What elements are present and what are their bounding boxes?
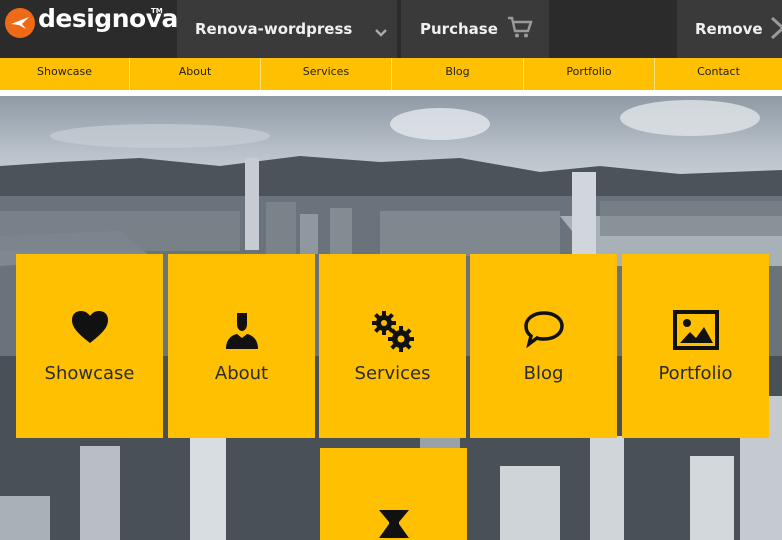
logo-mark-icon: [5, 8, 35, 38]
speech-bubble-icon: [470, 310, 617, 352]
purchase-label: Purchase: [420, 20, 498, 38]
logo-trademark: TM: [151, 7, 163, 15]
topbar-spacer: [551, 0, 675, 58]
nav-item-blog[interactable]: Blog: [392, 58, 524, 90]
tile-services[interactable]: Services: [319, 254, 466, 438]
hero-background: Showcase About Services Blog Portfolio: [0, 96, 782, 540]
purchase-button[interactable]: Purchase: [401, 0, 549, 58]
close-icon: [770, 16, 782, 43]
nav-item-services[interactable]: Services: [261, 58, 392, 90]
tile-showcase-label: Showcase: [44, 363, 135, 384]
image-icon: [622, 310, 769, 354]
chevron-down-icon: [375, 23, 387, 42]
remove-label: Remove: [695, 20, 763, 38]
tile-portfolio-label: Portfolio: [658, 363, 733, 384]
nav-item-showcase[interactable]: Showcase: [0, 58, 130, 90]
logo[interactable]: designova TM: [0, 0, 178, 58]
project-selector-label: Renova-wordpress: [195, 20, 353, 38]
tile-about[interactable]: About: [168, 254, 315, 438]
tile-services-label: Services: [354, 363, 431, 384]
tile-showcase[interactable]: Showcase: [16, 254, 163, 438]
nav-item-portfolio[interactable]: Portfolio: [524, 58, 655, 90]
heart-icon: [16, 310, 163, 348]
gears-icon: [319, 310, 466, 356]
project-selector[interactable]: Renova-wordpress: [177, 0, 397, 58]
top-bar: designova TM Renova-wordpress Purchase R…: [0, 0, 782, 58]
tile-blog-label: Blog: [523, 363, 564, 384]
remove-button[interactable]: Remove: [677, 0, 782, 58]
nav-item-about[interactable]: About: [130, 58, 261, 90]
hourglass-icon: [320, 508, 467, 540]
tile-blog[interactable]: Blog: [470, 254, 617, 438]
cart-icon: [507, 15, 533, 43]
tile-about-label: About: [214, 363, 269, 384]
main-nav: Showcase About Services Blog Portfolio C…: [0, 58, 782, 90]
nav-item-contact[interactable]: Contact: [655, 58, 782, 90]
tile-contact[interactable]: [320, 448, 467, 540]
person-icon: [168, 310, 315, 354]
tile-portfolio[interactable]: Portfolio: [622, 254, 769, 438]
